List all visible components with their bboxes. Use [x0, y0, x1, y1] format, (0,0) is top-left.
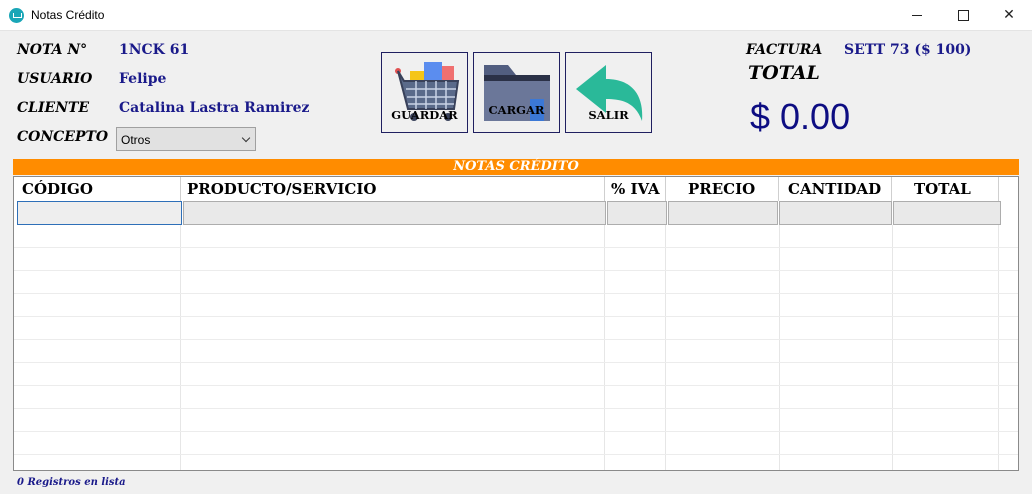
total-label: TOTAL: [748, 62, 820, 84]
total-amount: $ 0.00: [750, 96, 851, 137]
grid-line: [180, 225, 181, 470]
shopping-cart-app-icon: [9, 8, 24, 23]
grid-line: [14, 454, 1018, 455]
column-divider: [778, 177, 779, 201]
column-divider: [665, 177, 666, 201]
factura-label: FACTURA: [746, 42, 823, 58]
grid-line: [998, 225, 999, 470]
grid-line: [892, 225, 893, 470]
grid-line: [14, 316, 1018, 317]
column-divider: [604, 177, 605, 201]
close-button[interactable]: ✕: [986, 0, 1032, 31]
column-divider: [891, 177, 892, 201]
grid-line: [14, 385, 1018, 386]
factura-value: SETT 73 ($ 100): [844, 42, 972, 58]
grid-line: [14, 247, 1018, 248]
column-header-cantidad[interactable]: CANTIDAD: [788, 180, 881, 198]
records-status: 0 Registros en lista: [17, 477, 126, 488]
column-header-codigo[interactable]: CÓDIGO: [22, 180, 93, 198]
usuario-value: Felipe: [119, 71, 167, 87]
items-grid[interactable]: CÓDIGO PRODUCTO/SERVICIO % IVA PRECIO CA…: [13, 176, 1019, 471]
grid-line: [14, 431, 1018, 432]
grid-line: [14, 293, 1018, 294]
grid-line: [665, 225, 666, 470]
column-header-iva[interactable]: % IVA: [611, 180, 660, 198]
new-row-cantidad-input[interactable]: [779, 201, 892, 225]
concepto-label: CONCEPTO: [17, 129, 109, 145]
guardar-button[interactable]: GUARDAR: [381, 52, 468, 133]
cliente-label: CLIENTE: [17, 100, 90, 116]
grid-line: [14, 408, 1018, 409]
new-row-producto-input[interactable]: [183, 201, 606, 225]
notas-credito-banner: NOTAS CRÉDITO: [13, 159, 1019, 175]
column-divider: [998, 177, 999, 201]
new-row-total-input[interactable]: [893, 201, 1001, 225]
title-bar: Notas Crédito ✕: [0, 0, 1032, 31]
concepto-select[interactable]: Otros: [116, 127, 256, 151]
minimize-button[interactable]: [894, 0, 940, 31]
nota-label: NOTA N°: [17, 42, 88, 58]
cargar-label: CARGAR: [488, 103, 545, 117]
salir-label: SALIR: [588, 108, 629, 122]
grid-line: [14, 270, 1018, 271]
grid-line: [604, 225, 605, 470]
usuario-label: USUARIO: [17, 71, 93, 87]
column-header-precio[interactable]: PRECIO: [688, 180, 755, 198]
grid-line: [779, 225, 780, 470]
new-row-precio-input[interactable]: [668, 201, 778, 225]
column-header-total[interactable]: TOTAL: [914, 180, 971, 198]
column-divider: [180, 177, 181, 201]
guardar-label: GUARDAR: [391, 108, 458, 122]
new-row-iva-input[interactable]: [607, 201, 667, 225]
cargar-button[interactable]: CARGAR: [473, 52, 560, 133]
grid-line: [14, 339, 1018, 340]
concepto-select-value: Otros: [121, 133, 151, 147]
salir-button[interactable]: SALIR: [565, 52, 652, 133]
column-header-producto[interactable]: PRODUCTO/SERVICIO: [187, 180, 376, 198]
maximize-button[interactable]: [940, 0, 986, 31]
new-row-codigo-input[interactable]: [17, 201, 182, 225]
cliente-value: Catalina Lastra Ramirez: [119, 100, 310, 116]
folder-icon: [484, 65, 550, 121]
grid-line: [14, 362, 1018, 363]
nota-value: 1NCK 61: [119, 42, 190, 58]
chevron-down-icon: [241, 133, 251, 143]
window-title: Notas Crédito: [31, 8, 105, 22]
